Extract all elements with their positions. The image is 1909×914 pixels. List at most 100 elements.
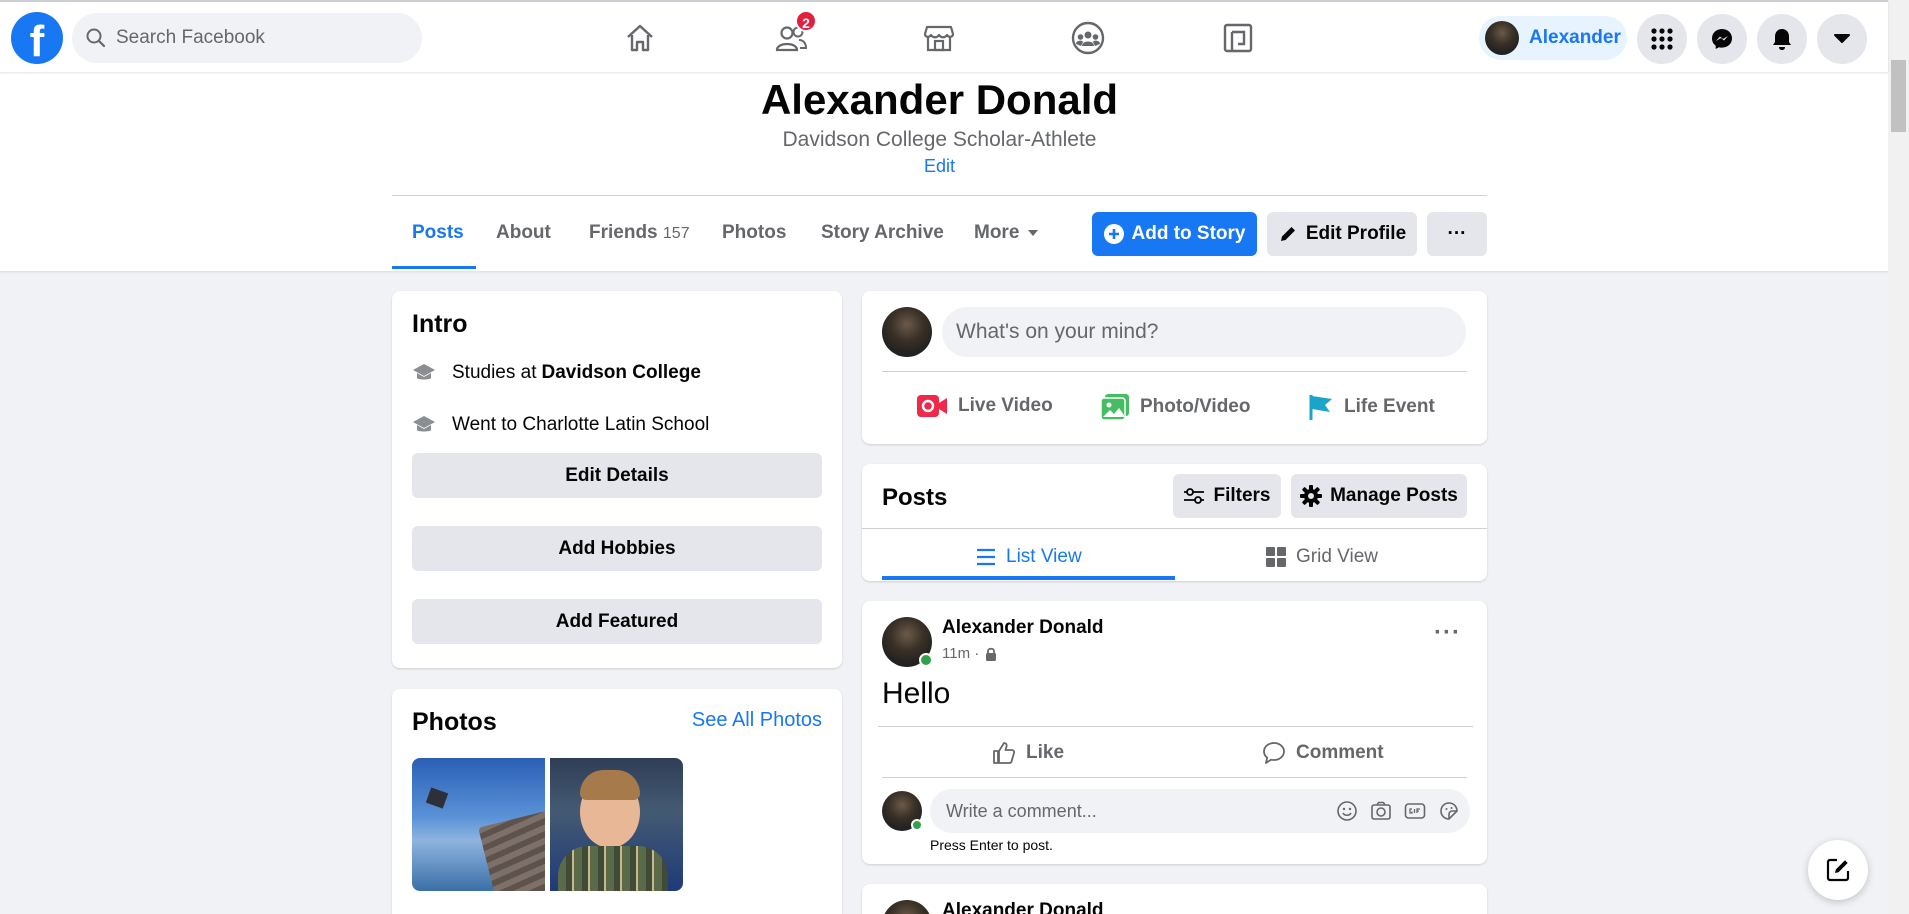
create-post-card: What's on your mind? Live Video Photo/Vi…: [862, 291, 1487, 444]
search-icon: [86, 28, 106, 48]
whats-on-your-mind-input[interactable]: What's on your mind?: [942, 307, 1466, 357]
live-video-button[interactable]: Live Video: [916, 393, 1053, 419]
active-view-indicator: [882, 576, 1175, 580]
posts-header-card: Posts Filters Manage Posts List View Gri…: [862, 464, 1487, 581]
friends-icon[interactable]: 2: [769, 10, 817, 60]
add-to-story-button[interactable]: Add to Story: [1092, 212, 1257, 256]
tab-about[interactable]: About: [496, 222, 551, 244]
search-placeholder: Search Facebook: [116, 27, 265, 48]
post-card: Alexander Donald: [862, 884, 1487, 914]
compose-icon: [1826, 858, 1850, 882]
photo-thumbnail[interactable]: [412, 758, 545, 891]
caret-down-icon: [1028, 230, 1039, 236]
messenger-icon[interactable]: [1697, 14, 1747, 64]
menu-grid-icon[interactable]: [1637, 14, 1687, 64]
facebook-logo-icon[interactable]: f: [11, 12, 63, 64]
grid-icon: [1266, 547, 1286, 567]
manage-posts-button[interactable]: Manage Posts: [1291, 474, 1467, 518]
filters-button[interactable]: Filters: [1173, 474, 1281, 518]
list-icon: [977, 548, 995, 566]
live-video-icon: [917, 395, 947, 417]
groups-icon[interactable]: [1066, 16, 1110, 60]
intro-card: Intro Studies at Davidson College Went t…: [392, 291, 842, 668]
new-message-button[interactable]: [1808, 840, 1868, 900]
comment-bubble-icon: [1263, 742, 1285, 764]
tab-story-archive[interactable]: Story Archive: [821, 222, 944, 244]
edit-profile-button[interactable]: Edit Profile: [1267, 212, 1417, 256]
divider: [392, 195, 1487, 196]
scrollbar-thumb[interactable]: [1891, 60, 1906, 132]
tab-friends[interactable]: Friends 157: [589, 222, 690, 244]
add-featured-button[interactable]: Add Featured: [412, 599, 822, 644]
tab-posts[interactable]: Posts: [412, 222, 464, 244]
intro-studies-row: Studies at Davidson College: [412, 361, 701, 385]
comment-input[interactable]: Write a comment...: [930, 789, 1470, 833]
friends-count: 157: [662, 225, 690, 242]
went-to-text: Went to Charlotte Latin School: [452, 414, 710, 435]
grid-view-tab[interactable]: Grid View: [1266, 546, 1378, 568]
gaming-icon[interactable]: [1216, 16, 1260, 60]
see-all-photos-link[interactable]: See All Photos: [692, 709, 822, 732]
sticker-icon[interactable]: [1438, 800, 1460, 822]
tab-more[interactable]: More: [974, 222, 1039, 244]
photo-thumbnail[interactable]: [550, 758, 683, 891]
gif-icon[interactable]: [1404, 800, 1426, 822]
photos-title: Photos: [412, 708, 497, 736]
graduation-cap-icon: [413, 364, 435, 380]
photos-card: Photos See All Photos: [392, 689, 842, 914]
account-menu-chevron-down-icon[interactable]: [1817, 14, 1867, 64]
more-dots-icon: ···: [1447, 223, 1467, 244]
edit-bio-link[interactable]: Edit: [0, 156, 1879, 177]
plus-circle-icon: [1103, 224, 1124, 244]
marketplace-icon[interactable]: [917, 16, 961, 60]
notifications-bell-icon[interactable]: [1757, 14, 1807, 64]
intro-went-to-row: Went to Charlotte Latin School: [412, 413, 709, 437]
sliders-icon: [1184, 488, 1205, 504]
profile-more-options-button[interactable]: ···: [1427, 212, 1487, 256]
press-enter-hint: Press Enter to post.: [930, 837, 1053, 853]
photo-video-button[interactable]: Photo/Video: [1100, 393, 1250, 421]
posts-title: Posts: [882, 484, 948, 511]
add-hobbies-button[interactable]: Add Hobbies: [412, 526, 822, 571]
lock-icon: [986, 647, 997, 661]
studies-prefix: Studies at: [452, 362, 537, 383]
flag-icon: [1309, 395, 1332, 420]
post-card: Alexander Donald 11m · ··· Hello Like Co…: [862, 601, 1487, 864]
post-author[interactable]: Alexander Donald: [942, 900, 1104, 914]
post-text: Hello: [882, 677, 951, 710]
divider: [862, 528, 1487, 529]
like-button[interactable]: Like: [992, 741, 1064, 765]
edit-details-button[interactable]: Edit Details: [412, 453, 822, 498]
home-icon[interactable]: [618, 16, 662, 60]
pencil-icon: [1280, 227, 1295, 241]
camera-icon[interactable]: [1370, 800, 1392, 822]
list-view-tab[interactable]: List View: [976, 546, 1082, 568]
post-timestamp[interactable]: 11m ·: [942, 645, 979, 662]
friends-notification-badge: 2: [795, 10, 817, 32]
profile-header: Alexander Donald Davidson College Schola…: [0, 72, 1888, 271]
comment-button[interactable]: Comment: [1262, 741, 1384, 765]
divider: [878, 726, 1473, 727]
post-author[interactable]: Alexander Donald: [942, 617, 1104, 639]
graduation-cap-icon: [413, 416, 435, 432]
profile-shortcut-button[interactable]: Alexander: [1479, 16, 1627, 60]
divider: [882, 777, 1467, 778]
profile-name: Alexander Donald: [760, 76, 1119, 123]
avatar[interactable]: [882, 900, 932, 914]
profile-bio: Davidson College Scholar-Athlete: [782, 128, 1097, 151]
photo-video-icon: [1100, 394, 1129, 421]
top-navigation-bar: f Search Facebook 2 Alexander: [0, 0, 1888, 72]
life-event-button[interactable]: Life Event: [1308, 393, 1435, 421]
intro-title: Intro: [412, 310, 468, 338]
search-input[interactable]: Search Facebook: [72, 13, 422, 63]
gear-icon: [1300, 485, 1323, 507]
page-scrollbar[interactable]: [1888, 0, 1909, 914]
studies-school-link[interactable]: Davidson College: [542, 362, 701, 384]
avatar[interactable]: [882, 307, 932, 357]
post-options-dots-icon[interactable]: ···: [1434, 619, 1461, 647]
tab-photos[interactable]: Photos: [722, 222, 786, 244]
emoji-icon[interactable]: [1336, 800, 1358, 822]
avatar[interactable]: [882, 617, 933, 667]
divider: [882, 371, 1467, 372]
thumbs-up-icon: [993, 742, 1016, 764]
